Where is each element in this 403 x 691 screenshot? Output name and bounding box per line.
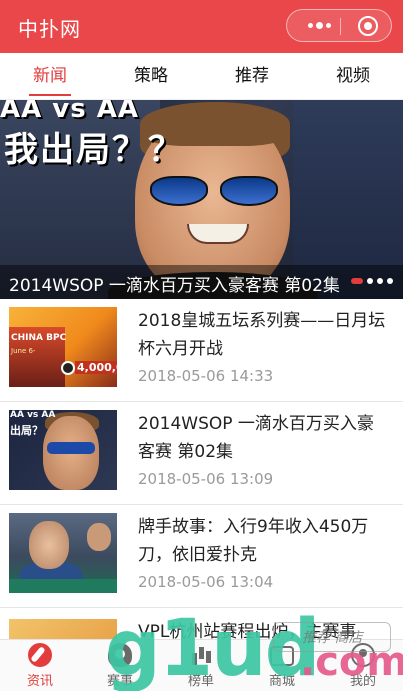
news-title: 2014WSOP 一滴水百万买入豪客赛 第02集 [138, 414, 374, 462]
mini-program-capsule [286, 9, 392, 42]
news-thumbnail: AA vs AA 出局？ [9, 410, 117, 490]
category-tabs: 新闻 策略 推荐 视频 [0, 53, 403, 100]
carousel-indicator[interactable] [351, 278, 393, 284]
user-icon [351, 643, 375, 667]
bottom-tab-bar: 资讯 赛事 榜单 商城 我的 [0, 639, 403, 691]
list-item[interactable]: CHINA BPC June 6- 4,000,0 2018皇城五坛系列赛——日… [0, 299, 403, 402]
capsule-divider [340, 18, 341, 35]
poker-chip-icon [61, 361, 75, 375]
compass-icon [28, 643, 52, 667]
news-thumbnail [9, 619, 117, 639]
news-title: 2018皇城五坛系列赛——日月坛杯六月开战 [138, 311, 386, 359]
ranking-icon [189, 643, 213, 667]
news-thumbnail: CHINA BPC June 6- 4,000,0 [9, 307, 117, 387]
tab-video[interactable]: 视频 [323, 53, 383, 100]
title-bar: 中扑网 [0, 0, 403, 53]
news-time: 2018-05-06 13:09 [138, 470, 274, 488]
close-mini-program-icon[interactable] [358, 16, 378, 36]
banner-caption-bar: 2014WSOP 一滴水百万买入豪客赛 第02集 [0, 265, 403, 299]
carousel-dot [377, 278, 383, 284]
banner-overlay-question: 我出局？？ [4, 130, 184, 170]
list-item[interactable]: AA vs AA 出局？ 2014WSOP 一滴水百万买入豪客赛 第02集 20… [0, 402, 403, 505]
news-title: VPL杭州站赛程出炉，主赛事 [138, 622, 357, 639]
news-title: 牌手故事：入行9年收入450万刀，依旧爱扑克 [138, 517, 369, 565]
banner-caption: 2014WSOP 一滴水百万买入豪客赛 第02集 [9, 276, 340, 296]
app-title: 中扑网 [18, 17, 81, 41]
tab-strategy[interactable]: 策略 [121, 53, 181, 100]
list-item[interactable]: VPL杭州站赛程出炉，主赛事 [0, 609, 403, 639]
shop-icon [270, 646, 294, 666]
carousel-dot [367, 278, 373, 284]
tabbar-item-events[interactable]: 赛事 [80, 640, 160, 691]
tabbar-item-shop[interactable]: 商城 [242, 640, 322, 691]
carousel-dot-active [351, 278, 363, 284]
banner-overlay-text: AA vs AA [0, 100, 140, 124]
carousel-dot [387, 278, 393, 284]
tabbar-item-profile[interactable]: 我的 [323, 640, 403, 691]
trophy-icon [108, 643, 132, 667]
tabbar-item-rankings[interactable]: 榜单 [161, 640, 241, 691]
tabbar-item-news[interactable]: 资讯 [0, 640, 80, 691]
tab-recommend[interactable]: 推荐 [222, 53, 282, 100]
news-time: 2018-05-06 14:33 [138, 367, 274, 385]
sunglasses [150, 176, 280, 206]
tab-news[interactable]: 新闻 [20, 53, 80, 100]
news-time: 2018-05-06 13:04 [138, 573, 274, 591]
news-thumbnail [9, 513, 117, 593]
list-item[interactable]: 牌手故事：入行9年收入450万刀，依旧爱扑克 2018-05-06 13:04 [0, 505, 403, 608]
banner-carousel[interactable]: AA vs AA 我出局？？ 2014WSOP 一滴水百万买入豪客赛 第02集 [0, 100, 403, 299]
more-options-icon[interactable] [301, 10, 337, 41]
